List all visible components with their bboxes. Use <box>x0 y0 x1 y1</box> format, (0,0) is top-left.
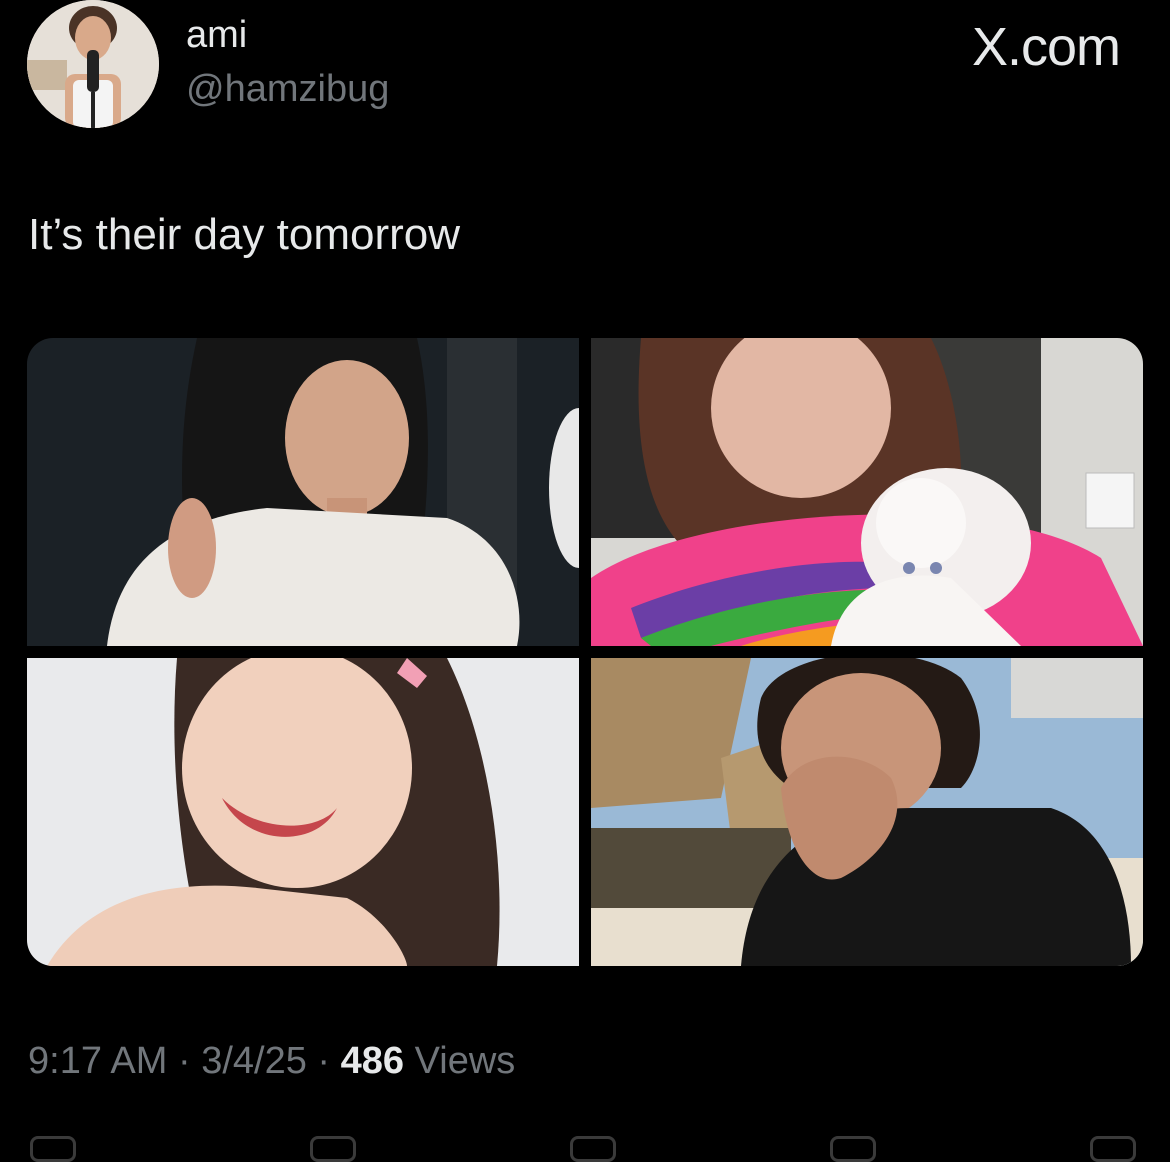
meta-separator: · <box>317 1040 331 1082</box>
media-photo-1[interactable] <box>27 338 579 646</box>
photo-icon <box>27 658 579 966</box>
retweet-icon[interactable] <box>310 1136 356 1162</box>
author-avatar[interactable] <box>27 0 159 128</box>
like-icon[interactable] <box>570 1136 616 1162</box>
tweet-text: It’s their day tomorrow <box>28 210 461 259</box>
media-grid <box>27 338 1143 966</box>
media-photo-3[interactable] <box>27 658 579 966</box>
photo-icon <box>591 338 1143 646</box>
author-name[interactable]: ami <box>186 14 247 57</box>
share-icon[interactable] <box>1090 1136 1136 1162</box>
views-count: 486 <box>340 1040 405 1082</box>
meta-separator: · <box>177 1040 191 1082</box>
views-label: Views <box>414 1040 516 1082</box>
author-handle[interactable]: @hamzibug <box>186 68 389 111</box>
bookmark-icon[interactable] <box>830 1136 876 1162</box>
tweet-meta: 9:17 AM · 3/4/25 · 486 Views <box>28 1040 515 1083</box>
tweet-time[interactable]: 9:17 AM <box>28 1040 167 1082</box>
media-photo-4[interactable] <box>591 658 1143 966</box>
photo-icon <box>27 338 579 646</box>
x-logo: X.com <box>971 17 1121 77</box>
tweet-date[interactable]: 3/4/25 <box>201 1040 307 1082</box>
action-bar <box>0 1130 1170 1162</box>
photo-icon <box>591 658 1143 966</box>
media-photo-2[interactable] <box>591 338 1143 646</box>
reply-icon[interactable] <box>30 1136 76 1162</box>
user-avatar-icon <box>27 0 159 128</box>
